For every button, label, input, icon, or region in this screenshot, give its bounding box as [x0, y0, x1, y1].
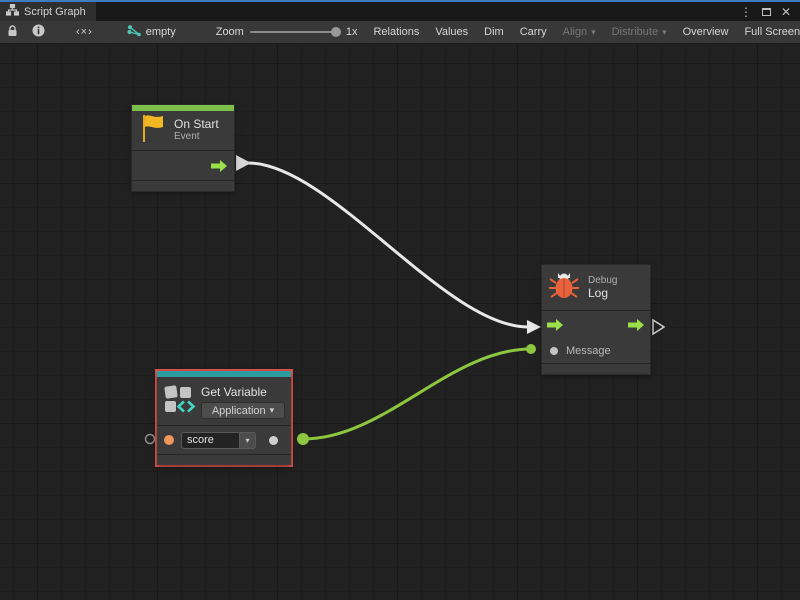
- tab-script-graph[interactable]: Script Graph: [0, 2, 96, 21]
- log-output-flow-port-empty[interactable]: [653, 320, 664, 334]
- object-input-port[interactable]: [164, 435, 174, 445]
- toolbar-button-overview[interactable]: Overview: [675, 21, 737, 43]
- zoom-widget: Zoom 1x: [208, 21, 366, 43]
- chevron-down-icon: ▾: [591, 27, 596, 38]
- toolbar-button-relations[interactable]: Relations: [365, 21, 427, 43]
- flow-output-port[interactable]: [211, 159, 228, 173]
- bug-icon: [548, 270, 580, 305]
- value-wire-target-dot: [526, 344, 536, 354]
- tab-bar: Script Graph ⋮ ✕: [0, 2, 800, 21]
- code-preview-button[interactable]: ‹×›: [52, 21, 117, 43]
- node-get-variable[interactable]: Get Variable Application ▾ ▾: [157, 371, 291, 465]
- graph-canvas[interactable]: On Start Event: [0, 44, 800, 600]
- graph-toolbar: ‹×› empty Zoom 1x Relations Values Dim C…: [0, 21, 800, 44]
- graph-breadcrumb[interactable]: empty: [117, 21, 186, 43]
- zoom-value: 1x: [346, 26, 358, 38]
- code-icon: ‹×›: [76, 26, 93, 38]
- node-footer: [132, 181, 234, 191]
- flow-output-port[interactable]: [628, 318, 645, 332]
- script-graph-icon: [6, 4, 19, 19]
- flow-input-port[interactable]: [547, 318, 564, 332]
- zoom-slider[interactable]: [250, 31, 340, 33]
- flag-icon: [140, 113, 165, 148]
- get-variable-icon: [164, 384, 196, 419]
- window-controls: ⋮ ✕: [738, 2, 800, 21]
- button-label: Dim: [484, 26, 504, 38]
- message-port-label: Message: [566, 345, 611, 357]
- node-footer: [542, 364, 650, 374]
- button-label: Align: [563, 26, 587, 38]
- window-maximize-icon[interactable]: [758, 4, 774, 20]
- value-output-port[interactable]: [269, 436, 278, 445]
- selection-outline: Get Variable Application ▾ ▾: [155, 369, 293, 467]
- getvariable-null-check-port[interactable]: [146, 435, 155, 444]
- toolbar-button-carry[interactable]: Carry: [512, 21, 555, 43]
- graph-icon: [127, 25, 141, 40]
- zoom-slider-knob[interactable]: [331, 27, 341, 37]
- tab-label: Script Graph: [24, 6, 86, 18]
- variable-name-dropdown[interactable]: ▾: [239, 432, 256, 449]
- control-wire-source-cap: [236, 155, 251, 171]
- wire-layer: [0, 44, 800, 600]
- variable-name-field[interactable]: [181, 432, 239, 449]
- window-close-icon[interactable]: ✕: [778, 4, 794, 20]
- value-wire-source-dot: [297, 433, 309, 445]
- message-input-port[interactable]: [550, 347, 558, 355]
- button-label: Overview: [683, 26, 729, 38]
- value-wire-score-to-message[interactable]: [303, 349, 531, 439]
- button-label: Distribute: [612, 26, 658, 38]
- node-debug-log[interactable]: Debug Log Message: [542, 265, 650, 374]
- button-label: Full Screen: [744, 26, 800, 38]
- lock-icon: [7, 25, 18, 40]
- lock-button[interactable]: [0, 21, 25, 43]
- node-title: Log: [588, 287, 617, 300]
- node-footer: [157, 455, 291, 465]
- button-label: Values: [435, 26, 468, 38]
- variable-kind-value: Application: [212, 405, 266, 417]
- chevron-down-icon: ▾: [662, 27, 667, 38]
- node-title: Get Variable: [201, 385, 267, 399]
- graph-name-label: empty: [146, 26, 176, 38]
- script-graph-window: Script Graph ⋮ ✕ ‹×›: [0, 0, 800, 600]
- button-label: Carry: [520, 26, 547, 38]
- info-icon: [32, 24, 45, 40]
- toolbar-button-fullscreen[interactable]: Full Screen: [736, 21, 800, 43]
- toolbar-button-distribute[interactable]: Distribute ▾: [604, 21, 675, 43]
- node-on-start[interactable]: On Start Event: [132, 105, 234, 191]
- zoom-label: Zoom: [216, 26, 244, 38]
- control-wire-arrowhead: [527, 320, 541, 334]
- node-subtitle: Event: [174, 131, 219, 143]
- variable-kind-dropdown[interactable]: Application ▾: [201, 402, 285, 419]
- button-label: Relations: [373, 26, 419, 38]
- info-button[interactable]: [25, 21, 52, 43]
- chevron-down-icon: ▾: [270, 405, 275, 416]
- chevron-down-icon: ▾: [245, 436, 249, 445]
- node-title: On Start: [174, 118, 219, 131]
- toolbar-button-dim[interactable]: Dim: [476, 21, 512, 43]
- control-wire-onstart-to-log[interactable]: [248, 163, 528, 327]
- toolbar-button-values[interactable]: Values: [427, 21, 476, 43]
- toolbar-button-align[interactable]: Align ▾: [555, 21, 604, 43]
- window-menu-icon[interactable]: ⋮: [738, 4, 754, 20]
